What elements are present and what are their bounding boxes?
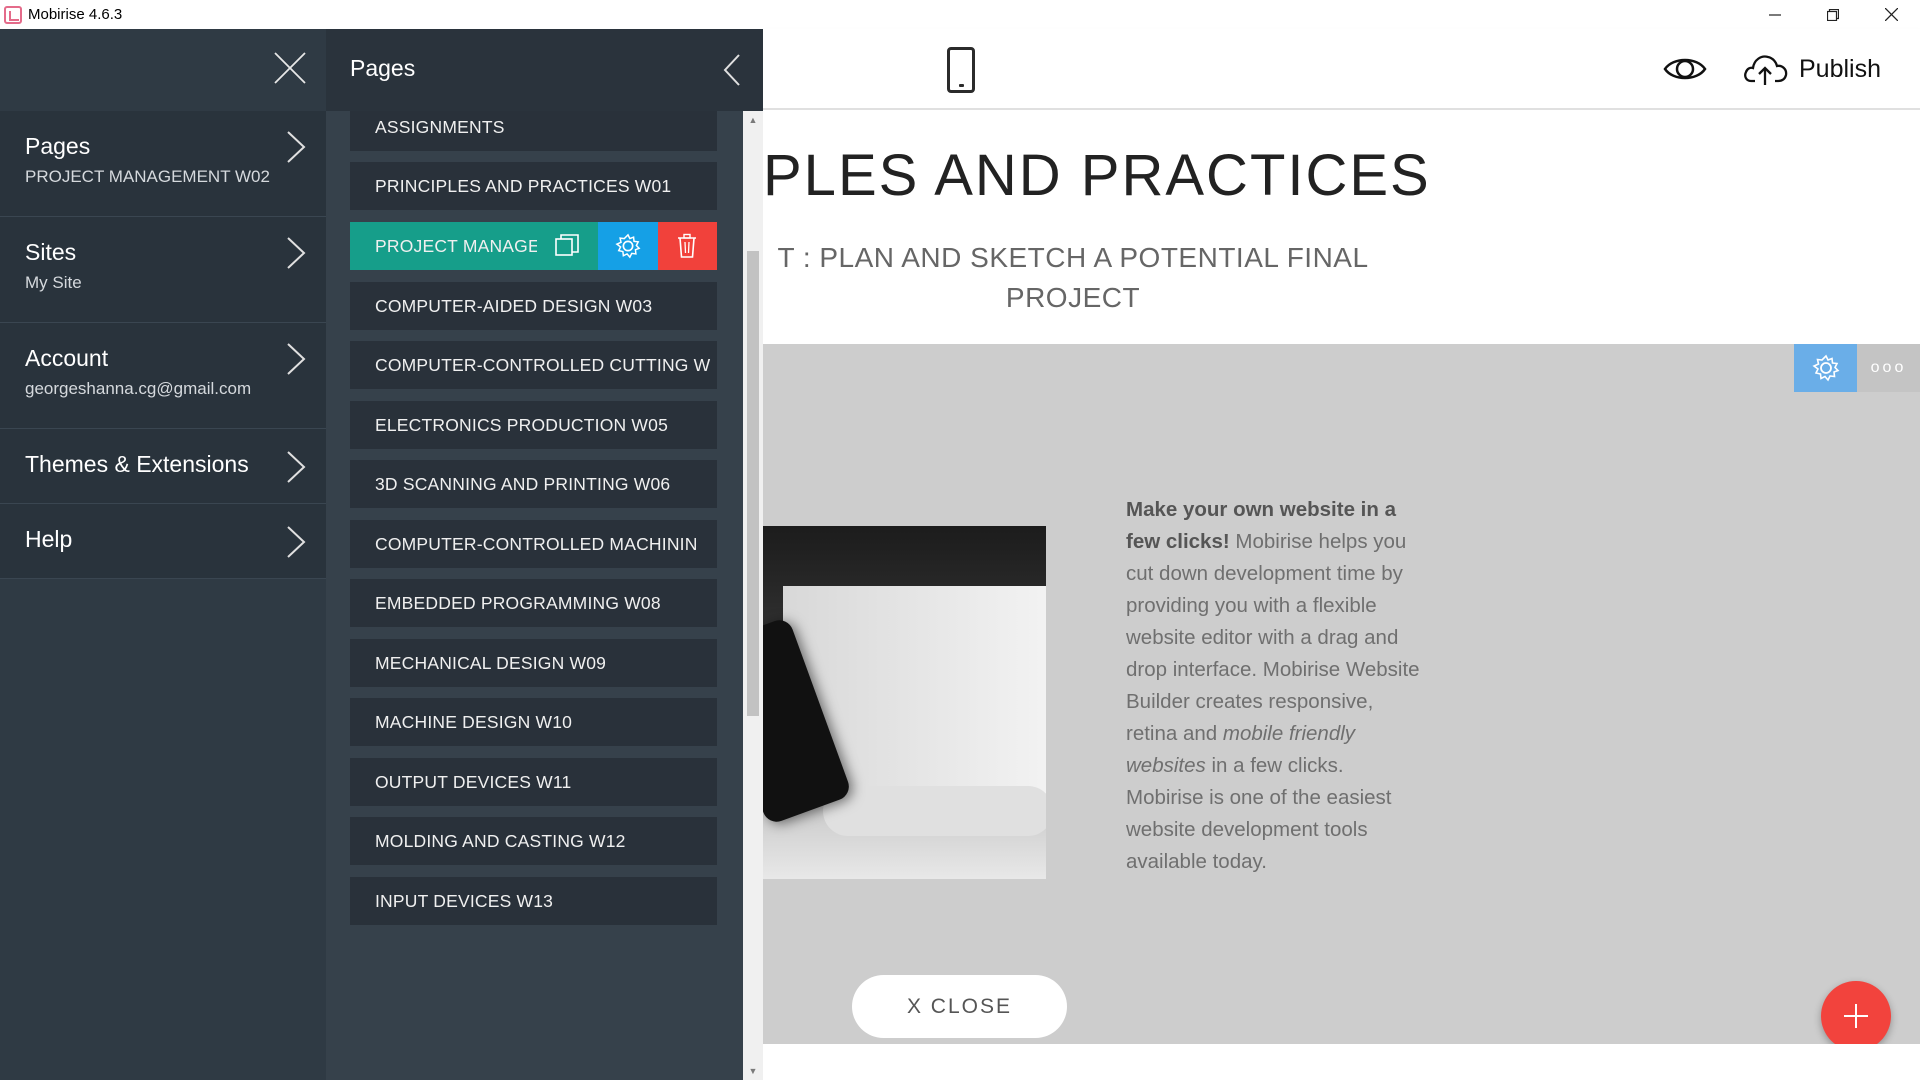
sidebar-item-title: Account [25,345,109,371]
minimize-button[interactable] [1746,0,1804,29]
sidebar-item-subtitle: georgeshanna.cg@gmail.com [25,379,252,398]
preview-subheading: T : PLAN AND SKETCH A POTENTIAL FINAL PR… [763,238,1383,318]
page-item[interactable]: ASSIGNMENTS [350,111,717,151]
chevron-right-icon [287,526,306,558]
restore-icon [1827,8,1839,21]
chevron-right-icon [287,237,306,269]
chevron-right-icon [287,451,306,483]
block-settings-button[interactable] [1794,344,1857,392]
pages-list: ASSIGNMENTS PRINCIPLES AND PRACTICES W01… [326,111,746,1080]
duplicate-icon [555,234,580,256]
page-preview: PLES AND PRACTICES T : PLAN AND SKETCH A… [763,110,1920,1080]
page-item[interactable]: OUTPUT DEVICES W11 [350,758,717,806]
sidebar-item-themes[interactable]: Themes & Extensions [0,429,326,504]
page-item[interactable]: 3D SCANNING AND PRINTING W06 [350,460,717,508]
content-image [763,526,1046,879]
chevron-right-icon [287,131,306,163]
restore-button[interactable] [1804,0,1862,29]
pages-scrollbar[interactable]: ▲ ▼ [743,111,763,1080]
page-item[interactable]: COMPUTER-CONTROLLED MACHININ [350,520,717,568]
cloud-upload-icon [1744,55,1788,85]
preview-eye-icon[interactable] [1663,54,1707,84]
page-item[interactable]: ELECTRONICS PRODUCTION W05 [350,401,717,449]
publish-button[interactable]: Publish [1743,47,1881,91]
close-window-button[interactable] [1862,0,1920,29]
page-item[interactable]: MOLDING AND CASTING W12 [350,817,717,865]
trash-icon [678,233,697,258]
page-item[interactable]: MACHINE DESIGN W10 [350,698,717,746]
minimize-icon [1769,13,1781,16]
block-toolbar: ooo [1794,344,1920,392]
chevron-right-icon [287,343,306,375]
duplicate-page-button[interactable] [537,222,598,270]
next-block-edge [763,1044,1920,1080]
paragraph-text-1: Mobirise helps you cut down development … [1126,530,1420,745]
main-sidebar: Pages PROJECT MANAGEMENT W02 Sites My Si… [0,29,326,1080]
publish-label: Publish [1799,54,1881,83]
editor-toolbar: Publish [763,29,1920,110]
block-more-button[interactable]: ooo [1857,344,1920,392]
sidebar-item-title: Sites [25,239,77,265]
pages-panel-header: Pages [326,29,763,111]
close-icon[interactable] [272,50,308,86]
sidebar-item-title: Themes & Extensions [25,451,249,477]
page-item[interactable]: PRINCIPLES AND PRACTICES W01 [350,162,717,210]
pages-panel-title: Pages [350,55,416,81]
page-item[interactable]: EMBEDDED PROGRAMMING W08 [350,579,717,627]
sidebar-item-account[interactable]: Account georgeshanna.cg@gmail.com [0,323,326,429]
chevron-left-icon[interactable] [722,53,742,87]
content-paragraph: Make your own website in a few clicks! M… [1126,494,1421,878]
close-panel-button[interactable]: X CLOSE [852,975,1067,1038]
app-logo-icon [4,5,22,24]
page-settings-button[interactable] [598,222,658,270]
subheading-line-1: T : PLAN AND SKETCH A POTENTIAL FINAL [777,242,1369,273]
content-block[interactable]: ooo Make your own website in a few click… [763,344,1920,1044]
sidebar-item-title: Pages [25,133,91,159]
page-item-label: PROJECT MANAGEM [375,235,537,256]
pages-panel: Pages ASSIGNMENTS PRINCIPLES AND PRACTIC… [326,29,763,1080]
scrollbar-thumb[interactable] [747,251,759,716]
add-block-button[interactable] [1821,981,1891,1051]
subheading-line-2: PROJECT [1005,282,1141,313]
gear-icon [1811,354,1839,382]
page-item[interactable]: INPUT DEVICES W13 [350,877,717,925]
page-item[interactable]: COMPUTER-AIDED DESIGN W03 [350,282,717,330]
sidebar-item-title: Help [25,526,73,552]
mobile-view-icon[interactable] [947,47,975,93]
window-controls [1746,0,1920,29]
sidebar-item-pages[interactable]: Pages PROJECT MANAGEMENT W02 [0,111,326,217]
page-item[interactable]: COMPUTER-CONTROLLED CUTTING W [350,341,717,389]
preview-heading: PLES AND PRACTICES [763,143,1431,208]
sidebar-item-subtitle: PROJECT MANAGEMENT W02 [25,167,270,186]
delete-page-button[interactable] [657,222,717,270]
title-bar: Mobirise 4.6.3 [0,0,1920,29]
sidebar-item-sites[interactable]: Sites My Site [0,217,326,323]
scroll-down-arrow[interactable]: ▼ [748,1066,758,1076]
page-item[interactable]: MECHANICAL DESIGN W09 [350,639,717,687]
plus-icon [1844,1004,1868,1028]
page-item-active[interactable]: PROJECT MANAGEM [350,222,717,270]
close-icon [1884,8,1898,21]
window-title: Mobirise 4.6.3 [28,6,123,23]
sidebar-item-subtitle: My Site [25,273,82,292]
scroll-up-arrow[interactable]: ▲ [748,115,758,125]
gear-icon [615,233,641,259]
sidebar-item-help[interactable]: Help [0,504,326,579]
